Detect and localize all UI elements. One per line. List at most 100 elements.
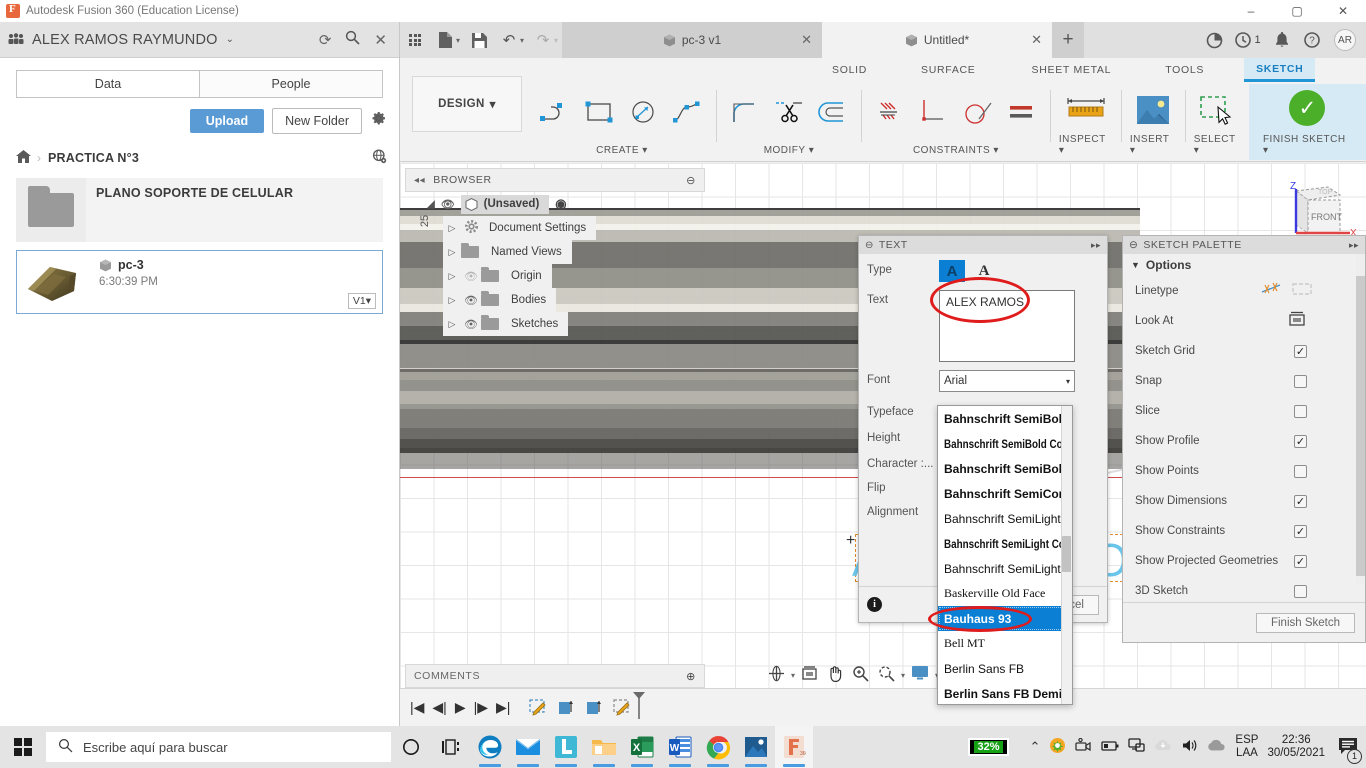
ground-constraint-icon[interactable] — [870, 89, 910, 135]
show-constraints-checkbox[interactable]: ✓ — [1294, 524, 1307, 538]
3d-sketch-checkbox[interactable] — [1294, 584, 1307, 598]
ribbon-group-label[interactable]: INSERT ▾ — [1130, 134, 1177, 158]
volume-icon[interactable] — [1181, 738, 1198, 756]
timeline-play-button[interactable]: ▶ — [455, 699, 466, 716]
finish-sketch-palette-button[interactable]: Finish Sketch — [1255, 612, 1355, 633]
tangent-constraint-icon[interactable] — [958, 89, 998, 135]
font-select[interactable]: Arial ▾ — [939, 370, 1075, 392]
timeline-prev-button[interactable]: ◀| — [432, 699, 446, 716]
trim-tool-icon[interactable] — [769, 89, 809, 135]
font-option[interactable]: Bahnschrift SemiConde… — [938, 481, 1072, 506]
eye-icon[interactable]: 👁 — [461, 294, 481, 307]
search-input[interactable]: Escribe aquí para buscar — [46, 732, 391, 762]
camera-icon[interactable] — [1075, 737, 1092, 756]
tray-chevron-icon[interactable]: ⌃ — [1030, 739, 1041, 755]
expand-icon[interactable]: ▸▸ — [1091, 240, 1101, 251]
font-list-scrollbar[interactable] — [1061, 406, 1072, 704]
scrollbar-thumb[interactable] — [1062, 536, 1071, 572]
measure-tool-icon[interactable] — [1060, 87, 1112, 133]
notifications-bell-icon[interactable] — [1268, 22, 1296, 58]
font-option-selected[interactable]: Bauhaus 93 — [938, 606, 1072, 631]
browser-node-sketches[interactable]: ▷ 👁 Sketches — [443, 312, 569, 336]
fusion360-icon[interactable]: 360 — [775, 726, 813, 768]
tab-data[interactable]: Data — [16, 70, 200, 98]
tab-tools[interactable]: TOOLS — [1153, 58, 1216, 82]
task-view-icon[interactable] — [431, 726, 471, 768]
timeline-feature-extrude1[interactable] — [556, 698, 576, 718]
close-icon[interactable]: ✕ — [1031, 32, 1042, 48]
language-indicator[interactable]: ESP LAA — [1235, 734, 1258, 760]
save-icon[interactable] — [464, 22, 494, 58]
close-icon[interactable]: ✕ — [801, 32, 812, 48]
slice-checkbox[interactable] — [1294, 404, 1307, 418]
ribbon-group-label[interactable]: CONSTRAINTS ▾ — [913, 145, 999, 158]
orbit-icon[interactable] — [765, 663, 788, 688]
chrome-icon[interactable] — [699, 726, 737, 768]
onedrive-sync-icon[interactable] — [1154, 739, 1172, 755]
maximize-button[interactable]: ▢ — [1274, 0, 1320, 22]
ribbon-group-label[interactable]: MODIFY ▾ — [764, 145, 815, 158]
browser-node-origin[interactable]: ▷ 👁 Origin — [443, 264, 552, 288]
redo-caret-icon[interactable]: ▾ — [554, 36, 558, 45]
help-icon[interactable]: ? — [1298, 22, 1326, 58]
font-option[interactable]: Bahnschrift SemiBold — [938, 406, 1072, 431]
linetype-centerline-icon[interactable] — [1291, 282, 1313, 301]
home-icon[interactable] — [16, 150, 31, 166]
look-at-icon[interactable] — [1287, 310, 1307, 332]
cortana-icon[interactable] — [391, 726, 431, 768]
search-icon[interactable] — [345, 30, 360, 49]
antivirus-icon[interactable] — [1049, 737, 1066, 757]
collapse-icon[interactable]: ◂◂ — [414, 175, 425, 186]
orbit-caret-icon[interactable]: ▾ — [791, 671, 795, 680]
expand-triangle-icon[interactable]: ▷ — [443, 247, 461, 258]
text-type-curved-button[interactable]: A — [971, 260, 997, 282]
text-input[interactable] — [939, 290, 1075, 362]
ribbon-group-label[interactable]: CREATE ▾ — [596, 145, 648, 158]
font-option[interactable]: Berlin Sans FB Demi — [938, 681, 1072, 704]
tab-sketch[interactable]: SKETCH — [1244, 58, 1316, 82]
timeline-next-button[interactable]: |▶ — [474, 699, 488, 716]
windows-logo-icon[interactable] — [0, 726, 46, 768]
palette-scrollbar[interactable] — [1356, 254, 1365, 584]
timeline-feature-extrude2[interactable] — [584, 698, 604, 718]
browser-node-document-settings[interactable]: ▷ Document Settings — [443, 216, 597, 240]
expand-triangle-icon[interactable]: ▷ — [443, 319, 461, 330]
fit-icon[interactable] — [875, 663, 898, 688]
battery-indicator[interactable]: 32% — [968, 738, 1009, 756]
comments-panel[interactable]: COMMENTS ⊕ — [405, 664, 705, 688]
look-at-icon[interactable] — [798, 663, 821, 687]
timeline-feature-sketch1[interactable] — [528, 698, 548, 718]
onedrive-icon[interactable] — [1207, 739, 1226, 755]
activate-component-icon[interactable]: ◉ — [555, 196, 566, 212]
font-option[interactable]: Baskerville Old Face — [938, 581, 1072, 606]
equal-constraint-icon[interactable] — [1002, 89, 1042, 135]
expand-triangle-icon[interactable]: ▷ — [443, 223, 461, 234]
job-status-icon[interactable]: 1 — [1230, 22, 1266, 58]
tab-solid[interactable]: SOLID — [820, 58, 879, 82]
minimize-icon[interactable]: ⊖ — [865, 240, 874, 251]
new-tab-button[interactable]: + — [1052, 22, 1085, 58]
sketch-grid-checkbox[interactable]: ✓ — [1294, 344, 1307, 358]
finish-sketch-button[interactable]: ✓ FINISH SKETCH ▾ — [1248, 84, 1366, 160]
eye-hidden-icon[interactable]: 👁 — [461, 270, 481, 283]
circle-tool-icon[interactable] — [624, 89, 664, 135]
expand-triangle-icon[interactable]: ◢ — [427, 199, 435, 210]
apps-grid-icon[interactable] — [400, 22, 430, 58]
close-button[interactable]: ✕ — [1320, 0, 1366, 22]
browser-node-named-views[interactable]: ▷ Named Views — [443, 240, 572, 264]
scrollbar-thumb[interactable] — [1356, 276, 1365, 576]
new-document-caret-icon[interactable]: ▾ — [456, 36, 460, 45]
refresh-icon[interactable]: ⟳ — [319, 31, 332, 49]
snap-checkbox[interactable] — [1294, 374, 1307, 388]
tab-surface[interactable]: SURFACE — [909, 58, 988, 82]
minimize-icon[interactable]: ⊖ — [1129, 239, 1138, 251]
extensions-icon[interactable] — [1200, 22, 1228, 58]
font-option[interactable]: Berlin Sans FB — [938, 656, 1072, 681]
insert-image-icon[interactable] — [1130, 87, 1176, 133]
vertical-constraint-icon[interactable] — [914, 89, 954, 135]
eye-icon[interactable]: 👁 — [441, 198, 455, 211]
undo-caret-icon[interactable]: ▾ — [520, 36, 524, 45]
avatar[interactable]: AR — [1334, 29, 1356, 51]
linetype-construction-icon[interactable] — [1261, 281, 1281, 302]
info-icon[interactable]: i — [867, 597, 882, 612]
